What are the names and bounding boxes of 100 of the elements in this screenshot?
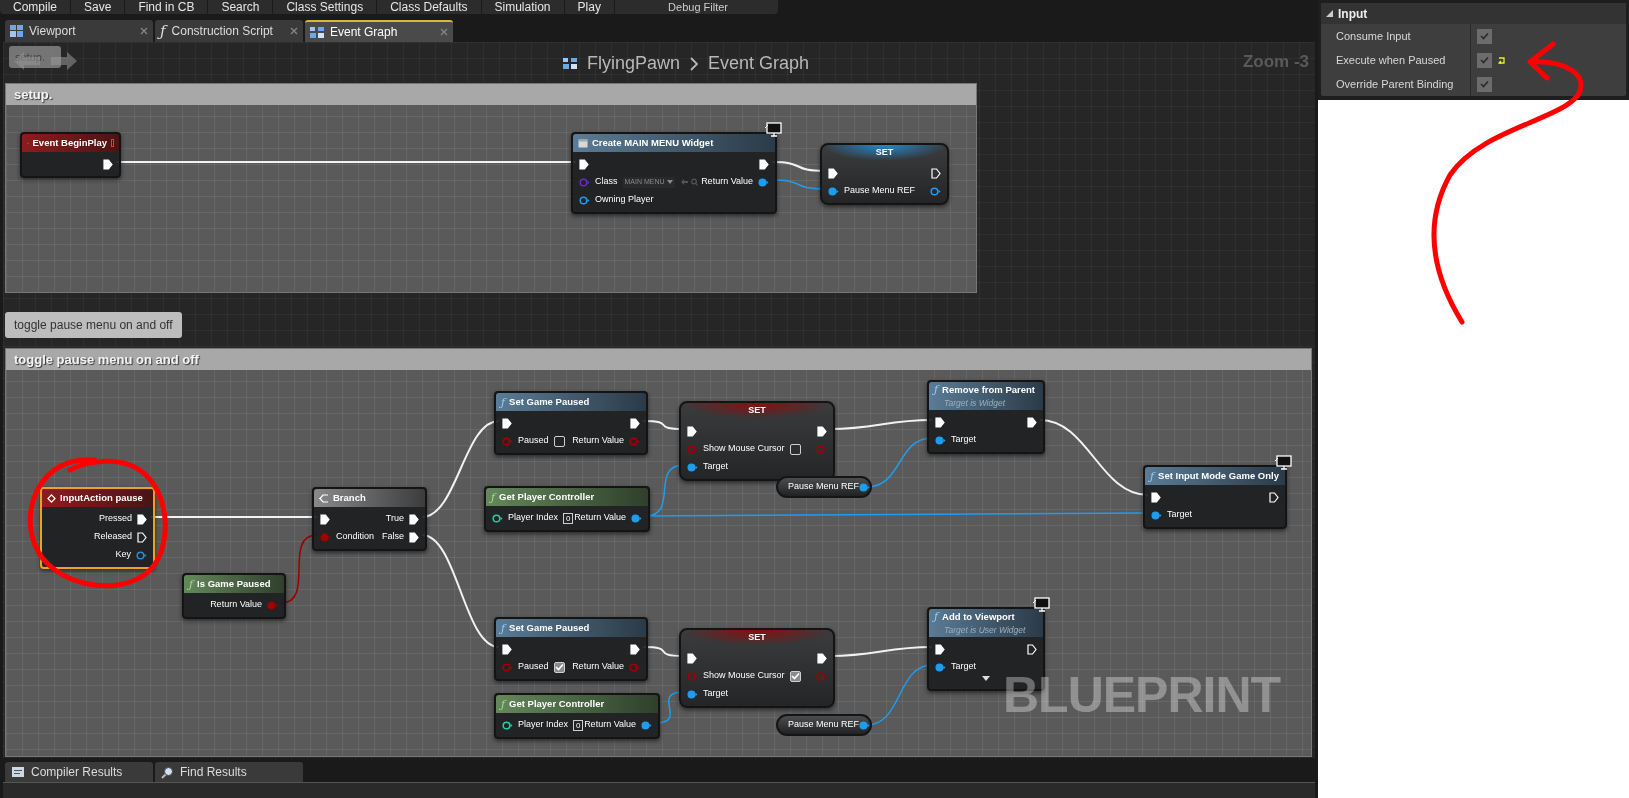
- graph-node[interactable]: ƒ Get Player Controller Player Index 0 Return Value: [494, 693, 660, 739]
- pin-label: Return Value: [584, 718, 636, 732]
- exec-pin[interactable]: [1027, 416, 1037, 428]
- variable-node[interactable]: Pause Menu REF: [776, 714, 872, 736]
- data-pin[interactable]: [136, 550, 147, 560]
- checkmark-icon: [1480, 32, 1489, 40]
- checkbox[interactable]: [789, 443, 801, 455]
- tab[interactable]: Find Results: [155, 762, 303, 782]
- close-icon[interactable]: [440, 28, 448, 36]
- pin-label: Return Value: [574, 511, 626, 525]
- data-pin[interactable]: [687, 689, 698, 699]
- data-pin[interactable]: [859, 720, 871, 730]
- checkbox[interactable]: [789, 670, 801, 682]
- graph-node[interactable]: ƒ Set Input Mode Game Only Target: [1143, 465, 1287, 529]
- exec-pin[interactable]: [502, 417, 512, 429]
- forward-arrow-icon[interactable]: [49, 50, 79, 72]
- exec-pin[interactable]: [687, 425, 697, 437]
- exec-pin[interactable]: [759, 158, 769, 170]
- checkbox[interactable]: [1477, 76, 1492, 92]
- number-field[interactable]: 0: [563, 512, 574, 524]
- node-title: Pause Menu REF: [788, 718, 860, 732]
- checkmark-icon: [790, 672, 800, 680]
- tab[interactable]: ƒ Construction Script: [155, 20, 303, 42]
- pin-label: True: [385, 512, 404, 526]
- pin-label: Return Value: [572, 434, 624, 448]
- graph-node[interactable]: ƒ Set Game Paused Paused Return Value: [494, 617, 648, 681]
- checkbox[interactable]: [553, 435, 565, 447]
- pin-label: Return Value: [572, 660, 624, 674]
- exec-pin[interactable]: [687, 652, 697, 664]
- exec-pin[interactable]: [817, 652, 827, 664]
- checkbox[interactable]: [1477, 28, 1492, 44]
- widget-icon: [578, 138, 588, 148]
- comment-bubble[interactable]: toggle pause menu on and off: [5, 312, 182, 338]
- graph-node[interactable]: Branch True Condition False: [312, 487, 427, 551]
- pin-label: Target: [951, 433, 976, 447]
- pin-label: Condition: [336, 530, 375, 544]
- exec-pin[interactable]: [935, 643, 945, 655]
- data-pin[interactable]: [1151, 510, 1162, 520]
- tab[interactable]: Event Graph: [305, 20, 453, 42]
- exec-pin[interactable]: [1027, 643, 1037, 655]
- graph-node[interactable]: ƒ Get Player Controller Player Index 0 Return Value: [484, 486, 650, 532]
- data-pin[interactable]: [579, 195, 590, 205]
- variable-node[interactable]: Pause Menu REF: [776, 476, 872, 498]
- node-title: Set Game Paused: [509, 394, 590, 409]
- breadcrumb-blueprint[interactable]: FlyingPawn: [587, 50, 681, 77]
- exec-pin[interactable]: [817, 425, 827, 437]
- tab[interactable]: Viewport: [5, 20, 153, 42]
- expand-arrow-icon[interactable]: [982, 676, 990, 681]
- graph-node[interactable]: ƒ Remove from Parent Target is Widget Target: [927, 380, 1045, 454]
- reset-arrow-icon[interactable]: [1498, 56, 1506, 64]
- data-pin[interactable]: [935, 662, 946, 672]
- exec-pin[interactable]: [502, 643, 512, 655]
- checkbox[interactable]: [1477, 52, 1492, 68]
- data-pin[interactable]: [935, 435, 946, 445]
- close-icon[interactable]: [140, 27, 148, 35]
- delegate-pin-icon[interactable]: [111, 139, 114, 147]
- exec-pin[interactable]: [630, 643, 640, 655]
- checkmark-icon: [554, 663, 564, 671]
- data-pin[interactable]: [631, 513, 642, 523]
- exec-pin[interactable]: [409, 513, 419, 525]
- data-pin[interactable]: [687, 462, 698, 472]
- data-pin[interactable]: [828, 186, 839, 196]
- node-title: Branch: [333, 490, 366, 505]
- pin-label: Pause Menu REF: [844, 184, 916, 198]
- graph-canvas[interactable]: [3, 42, 1315, 758]
- exec-pin[interactable]: [137, 513, 147, 525]
- graph-node[interactable]: SET Show Mouse Cursor Target: [679, 401, 835, 481]
- graph-node[interactable]: Event BeginPlay: [20, 132, 121, 178]
- data-pin[interactable]: [859, 482, 871, 492]
- exec-pin[interactable]: [409, 531, 419, 543]
- exec-pin[interactable]: [137, 531, 147, 543]
- exec-pin[interactable]: [320, 513, 330, 525]
- graph-node[interactable]: ƒ Is Game Paused Return Value: [182, 573, 286, 619]
- graph-node[interactable]: InputAction pause Pressed Released Key: [40, 487, 155, 569]
- close-icon[interactable]: [290, 27, 298, 35]
- node-title: Set Input Mode Game Only: [1158, 468, 1279, 483]
- data-pin[interactable]: [641, 720, 652, 730]
- number-field[interactable]: 0: [573, 719, 584, 731]
- data-pin[interactable]: [502, 720, 513, 730]
- data-pin[interactable]: [930, 186, 941, 196]
- exec-pin[interactable]: [630, 417, 640, 429]
- exec-pin[interactable]: [828, 167, 838, 179]
- graph-node[interactable]: ƒ Set Game Paused Paused Return Value: [494, 391, 648, 455]
- property-label: Execute when Paused: [1321, 48, 1471, 72]
- tab[interactable]: Compiler Results: [5, 762, 153, 782]
- exec-pin[interactable]: [103, 158, 113, 170]
- graph-node[interactable]: SET Pause Menu REF: [820, 143, 949, 205]
- section-header[interactable]: Input: [1321, 3, 1626, 24]
- exec-pin[interactable]: [931, 167, 941, 179]
- pin-label: Owning Player: [595, 193, 654, 207]
- breadcrumb-graph[interactable]: Event Graph: [708, 50, 810, 77]
- exec-pin[interactable]: [579, 158, 589, 170]
- checkbox[interactable]: [553, 661, 565, 673]
- exec-pin[interactable]: [1151, 491, 1161, 503]
- data-pin[interactable]: [758, 177, 769, 187]
- data-pin[interactable]: [492, 513, 503, 523]
- back-arrow-icon[interactable]: [12, 50, 42, 72]
- exec-pin[interactable]: [1269, 491, 1279, 503]
- graph-node[interactable]: SET Show Mouse Cursor Target: [679, 628, 835, 708]
- exec-pin[interactable]: [935, 416, 945, 428]
